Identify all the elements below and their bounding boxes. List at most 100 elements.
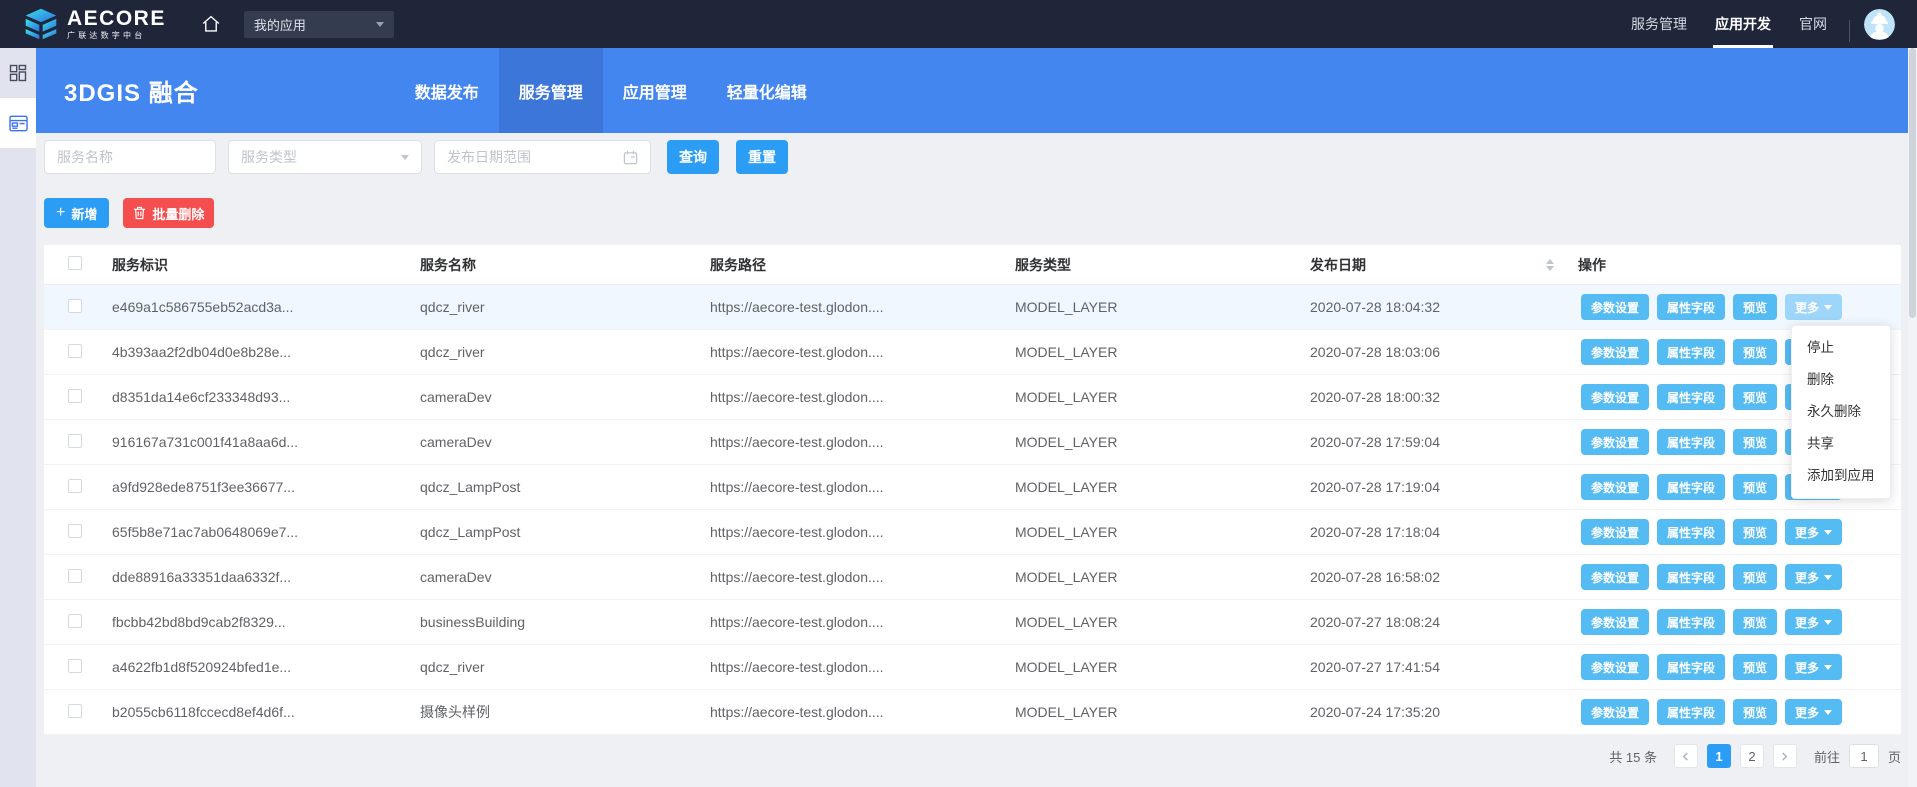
more-menu-item[interactable]: 添加到应用 — [1792, 460, 1890, 492]
preview-button[interactable]: 预览 — [1733, 699, 1777, 725]
params-button[interactable]: 参数设置 — [1581, 339, 1649, 365]
cell-service-name: 摄像头样例 — [420, 702, 710, 722]
sidebar-item-dashboard[interactable] — [0, 48, 36, 98]
page-button[interactable]: 1 — [1707, 744, 1731, 768]
more-button[interactable]: 更多 — [1785, 564, 1842, 590]
params-button[interactable]: 参数设置 — [1581, 384, 1649, 410]
band-tab[interactable]: 应用管理 — [603, 48, 707, 133]
more-button[interactable]: 更多 — [1785, 699, 1842, 725]
row-checkbox[interactable] — [68, 659, 82, 673]
app-select-value: 我的应用 — [254, 15, 306, 34]
more-button[interactable]: 更多 — [1785, 519, 1842, 545]
params-button[interactable]: 参数设置 — [1581, 609, 1649, 635]
app-select[interactable]: 我的应用 — [244, 11, 394, 38]
preview-button[interactable]: 预览 — [1733, 609, 1777, 635]
reset-button[interactable]: 重置 — [736, 140, 788, 174]
date-range-picker[interactable]: 发布日期范围 — [434, 140, 651, 174]
goto-page-input[interactable] — [1849, 744, 1879, 768]
cell-service-id: dde88916a33351daa6332f... — [112, 569, 420, 585]
action-button-label: 参数设置 — [1591, 524, 1639, 541]
row-checkbox[interactable] — [68, 299, 82, 313]
topnav-item[interactable]: 应用开发 — [1701, 0, 1785, 48]
params-button[interactable]: 参数设置 — [1581, 519, 1649, 545]
more-button[interactable]: 更多 — [1785, 654, 1842, 680]
row-actions: 参数设置属性字段 预览 更多 — [1578, 609, 1901, 635]
cell-service-type: MODEL_LAYER — [1015, 389, 1310, 405]
more-button[interactable]: 更多 — [1785, 294, 1842, 320]
table-row: e469a1c586755eb52acd3a...qdcz_riverhttps… — [44, 285, 1901, 330]
topnav-item[interactable]: 官网 — [1785, 0, 1841, 48]
service-type-select[interactable]: 服务类型 — [228, 140, 422, 174]
fields-button[interactable]: 属性字段 — [1657, 519, 1725, 545]
more-menu-item[interactable]: 停止 — [1792, 332, 1890, 364]
sidebar-item-services[interactable] — [0, 98, 36, 148]
service-name-input[interactable] — [44, 140, 216, 174]
row-checkbox[interactable] — [68, 344, 82, 358]
scrollbar-thumb[interactable] — [1909, 48, 1916, 318]
fields-button[interactable]: 属性字段 — [1657, 654, 1725, 680]
preview-button[interactable]: 预览 — [1733, 474, 1777, 500]
fields-button[interactable]: 属性字段 — [1657, 699, 1725, 725]
topnav-item[interactable]: 服务管理 — [1617, 0, 1701, 48]
fields-button[interactable]: 属性字段 — [1657, 384, 1725, 410]
search-button[interactable]: 查询 — [667, 140, 719, 174]
cell-service-id: e469a1c586755eb52acd3a... — [112, 299, 420, 315]
preview-button[interactable]: 预览 — [1733, 519, 1777, 545]
window-icon — [9, 115, 28, 132]
band-tab[interactable]: 轻量化编辑 — [707, 48, 827, 133]
next-page-button[interactable] — [1773, 744, 1797, 768]
row-check-cell — [44, 389, 112, 406]
cell-service-type: MODEL_LAYER — [1015, 344, 1310, 360]
row-checkbox[interactable] — [68, 434, 82, 448]
params-button[interactable]: 参数设置 — [1581, 699, 1649, 725]
row-checkbox[interactable] — [68, 569, 82, 583]
cell-service-id: d8351da14e6cf233348d93... — [112, 389, 420, 405]
cell-service-path: https://aecore-test.glodon.... — [710, 524, 1015, 540]
preview-button[interactable]: 预览 — [1733, 294, 1777, 320]
preview-button[interactable]: 预览 — [1733, 564, 1777, 590]
params-button[interactable]: 参数设置 — [1581, 294, 1649, 320]
row-checkbox[interactable] — [68, 389, 82, 403]
row-checkbox[interactable] — [68, 614, 82, 628]
home-icon[interactable] — [200, 13, 222, 35]
page-button[interactable]: 2 — [1740, 744, 1764, 768]
preview-button[interactable]: 预览 — [1733, 384, 1777, 410]
more-menu-item[interactable]: 永久删除 — [1792, 396, 1890, 428]
user-avatar[interactable] — [1864, 9, 1895, 40]
plus-icon: + — [56, 205, 65, 221]
topbar-nav: 服务管理应用开发官网 — [1617, 0, 1841, 48]
params-button[interactable]: 参数设置 — [1581, 654, 1649, 680]
add-button[interactable]: + 新增 — [44, 198, 109, 228]
preview-button[interactable]: 预览 — [1733, 339, 1777, 365]
sort-icon[interactable] — [1546, 259, 1554, 271]
row-checkbox[interactable] — [68, 479, 82, 493]
preview-button[interactable]: 预览 — [1733, 429, 1777, 455]
action-button-label: 预览 — [1743, 614, 1767, 631]
row-checkbox[interactable] — [68, 524, 82, 538]
cell-service-type: MODEL_LAYER — [1015, 434, 1310, 450]
row-checkbox[interactable] — [68, 704, 82, 718]
params-button[interactable]: 参数设置 — [1581, 564, 1649, 590]
cell-service-path: https://aecore-test.glodon.... — [710, 614, 1015, 630]
more-menu-item[interactable]: 共享 — [1792, 428, 1890, 460]
fields-button[interactable]: 属性字段 — [1657, 564, 1725, 590]
fields-button[interactable]: 属性字段 — [1657, 474, 1725, 500]
dashboard-icon — [9, 64, 27, 82]
more-menu-item[interactable]: 删除 — [1792, 364, 1890, 396]
fields-button[interactable]: 属性字段 — [1657, 609, 1725, 635]
select-all-checkbox[interactable] — [68, 256, 82, 270]
prev-page-button[interactable] — [1674, 744, 1698, 768]
band-tab[interactable]: 数据发布 — [395, 48, 499, 133]
batch-delete-button[interactable]: 批量删除 — [123, 198, 214, 228]
preview-button[interactable]: 预览 — [1733, 654, 1777, 680]
fields-button[interactable]: 属性字段 — [1657, 339, 1725, 365]
band-tab[interactable]: 服务管理 — [499, 48, 603, 133]
cell-service-id: 4b393aa2f2db04d0e8b28e... — [112, 344, 420, 360]
params-button[interactable]: 参数设置 — [1581, 429, 1649, 455]
table-row: 65f5b8e71ac7ab0648069e7...qdcz_LampPosth… — [44, 510, 1901, 555]
fields-button[interactable]: 属性字段 — [1657, 294, 1725, 320]
more-button[interactable]: 更多 — [1785, 609, 1842, 635]
action-button-label: 预览 — [1743, 524, 1767, 541]
fields-button[interactable]: 属性字段 — [1657, 429, 1725, 455]
params-button[interactable]: 参数设置 — [1581, 474, 1649, 500]
